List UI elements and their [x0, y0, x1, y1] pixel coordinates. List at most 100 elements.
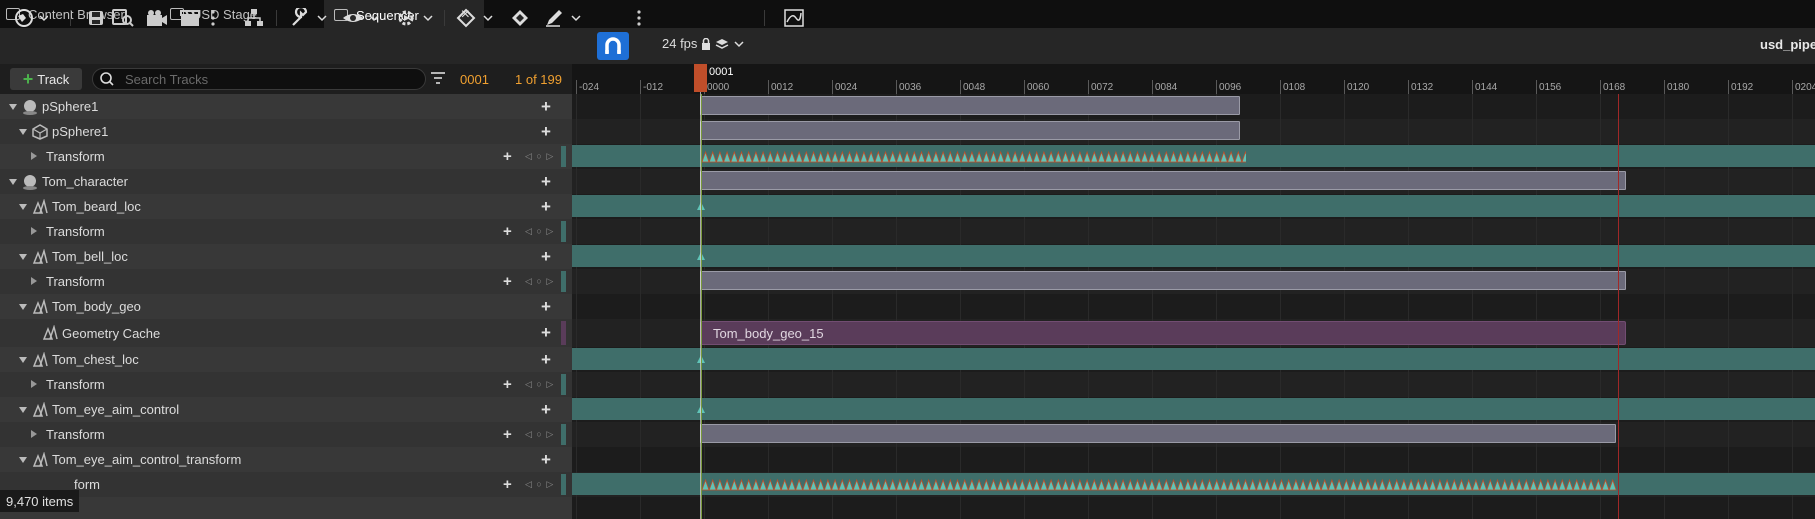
- keyframe[interactable]: [1522, 478, 1531, 491]
- track-row-transform[interactable]: Transform + ◁ ○ ▷: [0, 219, 572, 244]
- keyframe[interactable]: [859, 150, 868, 163]
- keyframe[interactable]: [924, 478, 933, 491]
- keyframe[interactable]: [1140, 150, 1149, 163]
- keyframe[interactable]: [1219, 150, 1228, 163]
- section-bar[interactable]: [700, 96, 1240, 115]
- keyframe[interactable]: [881, 150, 890, 163]
- key-navigation-icon[interactable]: ◁ ○ ▷: [525, 479, 554, 490]
- keyframe[interactable]: [773, 150, 782, 163]
- add-key-icon[interactable]: +: [503, 148, 512, 165]
- keyframe[interactable]: [1075, 150, 1084, 163]
- keyframe[interactable]: [1176, 150, 1185, 163]
- keyframe[interactable]: [845, 478, 854, 491]
- keyframe[interactable]: [1255, 478, 1264, 491]
- keyframe[interactable]: [831, 150, 840, 163]
- keyframe[interactable]: [1119, 150, 1128, 163]
- keyframe[interactable]: [1162, 150, 1171, 163]
- keyframe-interpolation-button[interactable]: [510, 6, 530, 30]
- keyframe[interactable]: [766, 150, 775, 163]
- keyframe[interactable]: [1471, 478, 1480, 491]
- keyframe[interactable]: [1032, 478, 1041, 491]
- keyframe[interactable]: [845, 150, 854, 163]
- keyframe[interactable]: [809, 478, 818, 491]
- keyframe[interactable]: [759, 478, 768, 491]
- keyframe[interactable]: [1536, 478, 1545, 491]
- keyframe[interactable]: [1479, 478, 1488, 491]
- keyframe[interactable]: [787, 478, 796, 491]
- keyframe[interactable]: [1543, 478, 1552, 491]
- keyframe[interactable]: [910, 150, 919, 163]
- transform-lane[interactable]: [572, 398, 1815, 420]
- track-row-transform[interactable]: Transform + ◁ ○ ▷: [0, 269, 572, 294]
- keyframe[interactable]: [737, 478, 746, 491]
- keyframe[interactable]: [1299, 478, 1308, 491]
- keyframe[interactable]: [1335, 478, 1344, 491]
- keyframe[interactable]: [982, 150, 991, 163]
- transform-lane[interactable]: [572, 245, 1815, 267]
- curve-editor-button[interactable]: [784, 6, 804, 30]
- keyframe[interactable]: [723, 150, 732, 163]
- keyframe[interactable]: [1068, 478, 1077, 491]
- keyframe[interactable]: [715, 150, 724, 163]
- track-row-transform[interactable]: Transform + ◁ ○ ▷: [0, 422, 572, 447]
- keyframe[interactable]: [1270, 478, 1279, 491]
- keyframe[interactable]: [766, 478, 775, 491]
- keyframe[interactable]: [1320, 478, 1329, 491]
- keyframe[interactable]: [1399, 478, 1408, 491]
- keyframe[interactable]: [1068, 150, 1077, 163]
- add-key-icon[interactable]: +: [503, 476, 512, 493]
- keyframe[interactable]: [744, 150, 753, 163]
- keyframes[interactable]: [700, 148, 1246, 164]
- tools-menu-button[interactable]: [290, 6, 328, 30]
- keyframe[interactable]: [1579, 478, 1588, 491]
- keyframe[interactable]: [939, 150, 948, 163]
- key-navigation-icon[interactable]: ◁ ○ ▷: [525, 429, 554, 440]
- keyframe[interactable]: [1443, 478, 1452, 491]
- view-menu-button[interactable]: [342, 6, 380, 30]
- filter-button[interactable]: [430, 71, 446, 88]
- keyframe[interactable]: [1241, 150, 1246, 163]
- keyframe[interactable]: [996, 150, 1005, 163]
- keyframe[interactable]: [715, 478, 724, 491]
- keyframe[interactable]: [1025, 478, 1034, 491]
- keyframe[interactable]: [1356, 478, 1365, 491]
- keyframe[interactable]: [1111, 150, 1120, 163]
- keyframe[interactable]: [874, 150, 883, 163]
- snap-toggle-button[interactable]: [597, 32, 629, 60]
- keyframe[interactable]: [1363, 478, 1372, 491]
- keyframe[interactable]: [1551, 478, 1560, 491]
- keyframe[interactable]: [1169, 478, 1178, 491]
- add-icon[interactable]: +: [541, 450, 551, 470]
- timeline-area[interactable]: -024 -012 0000 0012 0024 0036 0048 0060 0072 0084…: [572, 64, 1815, 519]
- add-icon[interactable]: +: [541, 247, 551, 267]
- add-key-icon[interactable]: +: [503, 273, 512, 290]
- keyframe[interactable]: [1529, 478, 1538, 491]
- add-icon[interactable]: +: [541, 122, 551, 142]
- keyframe[interactable]: [895, 150, 904, 163]
- keyframe[interactable]: [953, 150, 962, 163]
- keyframe[interactable]: [852, 478, 861, 491]
- keyframe[interactable]: [701, 150, 710, 163]
- add-icon[interactable]: +: [541, 400, 551, 420]
- keyframe[interactable]: [1140, 478, 1149, 491]
- track-row-tom-chest-loc[interactable]: Tom_chest_loc +: [0, 347, 572, 372]
- keyframe[interactable]: [881, 478, 890, 491]
- keyframe[interactable]: [917, 478, 926, 491]
- snap-options-button[interactable]: [636, 6, 642, 30]
- track-row-tom-character[interactable]: Tom_character +: [0, 169, 572, 194]
- keyframe[interactable]: [1572, 478, 1581, 491]
- render-movie-button[interactable]: [146, 6, 168, 30]
- keyframe[interactable]: [1284, 478, 1293, 491]
- keyframe[interactable]: [1104, 478, 1113, 491]
- keyframe[interactable]: [1327, 478, 1336, 491]
- keyframe[interactable]: [1205, 478, 1214, 491]
- add-icon[interactable]: +: [541, 323, 551, 343]
- keyframe[interactable]: [1025, 150, 1034, 163]
- keyframe[interactable]: [1306, 478, 1315, 491]
- keyframe[interactable]: [751, 478, 760, 491]
- key-navigation-icon[interactable]: ◁ ○ ▷: [525, 276, 554, 287]
- edit-menu-button[interactable]: [544, 6, 582, 30]
- keyframe[interactable]: [1133, 150, 1142, 163]
- add-icon[interactable]: +: [541, 97, 551, 117]
- keyframe[interactable]: [917, 150, 926, 163]
